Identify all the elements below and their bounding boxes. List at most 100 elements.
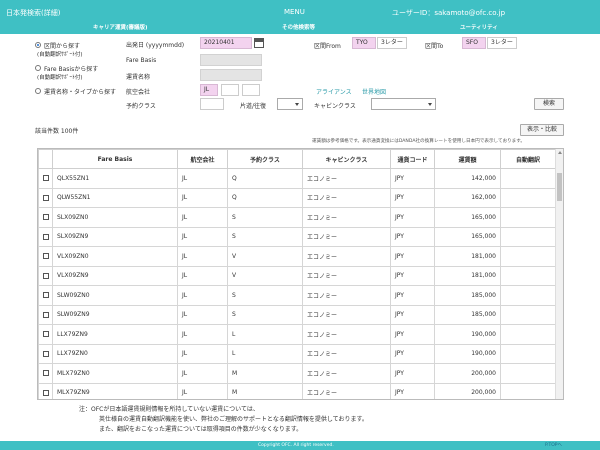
table-row[interactable]: SLX09ZN9 JL S エコノミー JPY 165,000 bbox=[38, 226, 556, 247]
cell-cabin: エコノミー bbox=[302, 324, 391, 345]
col-header-currency[interactable]: 通貨コード bbox=[390, 149, 435, 169]
table-row[interactable]: QLX55ZN1 JL Q エコノミー JPY 142,000 bbox=[38, 168, 556, 189]
row-checkbox[interactable] bbox=[42, 272, 49, 279]
row-checkbox[interactable] bbox=[42, 214, 49, 221]
cell-auto-translate bbox=[500, 324, 556, 345]
table-row[interactable]: QLW55ZN1 JL Q エコノミー JPY 162,000 bbox=[38, 187, 556, 208]
cell-currency: JPY bbox=[390, 226, 435, 247]
cell-currency: JPY bbox=[390, 187, 435, 208]
row-checkbox[interactable] bbox=[42, 194, 49, 201]
table-row[interactable]: MLX79ZN9 JL M エコノミー JPY 200,000 bbox=[38, 382, 556, 399]
row-checkbox[interactable] bbox=[42, 253, 49, 260]
table-header-row: Fare Basis 航空会社 予約クラス キャビンクラス 通貨コード 運賃額 … bbox=[38, 149, 556, 169]
from-input[interactable]: TYO bbox=[352, 37, 376, 49]
cell-cabin: エコノミー bbox=[302, 304, 391, 325]
col-header-fare[interactable]: 運賃額 bbox=[434, 149, 501, 169]
note-line-1: 注：OFCが日本語運賃規則情報を所持していない運賃については、 bbox=[79, 406, 259, 413]
oneway-select[interactable] bbox=[277, 98, 303, 110]
table-row[interactable]: LLX79ZN0 JL L エコノミー JPY 190,000 bbox=[38, 343, 556, 364]
row-checkbox[interactable] bbox=[42, 292, 49, 299]
table-row[interactable]: VLX09ZN0 JL V エコノミー JPY 181,000 bbox=[38, 246, 556, 267]
row-checkbox[interactable] bbox=[42, 389, 49, 396]
scroll-up-icon[interactable] bbox=[558, 151, 562, 154]
row-checkbox[interactable] bbox=[42, 175, 49, 182]
cell-fare: 200,000 bbox=[434, 382, 501, 399]
cell-airline: JL bbox=[177, 363, 228, 384]
world-map-link[interactable]: 世界地図 bbox=[362, 87, 386, 96]
table-row[interactable]: LLX79ZN9 JL L エコノミー JPY 190,000 bbox=[38, 324, 556, 345]
booking-class-input[interactable] bbox=[200, 98, 224, 110]
table-scrollbar[interactable] bbox=[555, 149, 563, 399]
to-3letter-input[interactable]: 3レター bbox=[487, 37, 517, 49]
cell-fare: 185,000 bbox=[434, 285, 501, 306]
cell-fare-basis: SLX09ZN9 bbox=[52, 226, 178, 247]
search-button[interactable]: 検索 bbox=[534, 98, 564, 110]
calendar-icon[interactable] bbox=[254, 38, 264, 48]
row-checkbox-cell bbox=[38, 304, 53, 325]
col-header-airline[interactable]: 航空会社 bbox=[177, 149, 228, 169]
cell-airline: JL bbox=[177, 226, 228, 247]
radio-fare-basis-search[interactable] bbox=[35, 65, 41, 71]
to-input[interactable]: SFO bbox=[462, 37, 486, 49]
cell-fare: 142,000 bbox=[434, 168, 501, 189]
table-row[interactable]: SLW09ZN9 JL S エコノミー JPY 185,000 bbox=[38, 304, 556, 325]
page-top-link[interactable]: P.TOPへ bbox=[545, 441, 562, 450]
airline-input-1[interactable]: JL bbox=[200, 84, 218, 96]
col-header-cabin[interactable]: キャビンクラス bbox=[302, 149, 391, 169]
row-checkbox-cell bbox=[38, 168, 53, 189]
user-id: ユーザーID：sakamoto@ofc.co.jp bbox=[392, 9, 506, 17]
radio-fare-name-search[interactable] bbox=[35, 88, 41, 94]
cabin-select[interactable] bbox=[371, 98, 436, 110]
row-checkbox[interactable] bbox=[42, 370, 49, 377]
row-checkbox[interactable] bbox=[42, 331, 49, 338]
nav-other-search[interactable]: その他検索等 bbox=[282, 23, 315, 31]
cell-booking-class: S bbox=[227, 226, 303, 247]
table-row[interactable]: MLX79ZN0 JL M エコノミー JPY 200,000 bbox=[38, 363, 556, 384]
cell-auto-translate bbox=[500, 343, 556, 364]
nav-carrier-fare[interactable]: キャリア運賃(審議版) bbox=[93, 23, 148, 31]
fare-name-label: 運賃名称 bbox=[126, 74, 151, 81]
cell-fare: 181,000 bbox=[434, 265, 501, 286]
cell-currency: JPY bbox=[390, 382, 435, 399]
alliance-link[interactable]: アライアンス bbox=[316, 87, 352, 96]
chevron-down-icon bbox=[428, 103, 432, 106]
compare-button[interactable]: 表示・比較 bbox=[520, 124, 564, 136]
airline-input-3[interactable] bbox=[242, 84, 260, 96]
cell-fare: 190,000 bbox=[434, 324, 501, 345]
cell-currency: JPY bbox=[390, 168, 435, 189]
cell-currency: JPY bbox=[390, 304, 435, 325]
row-checkbox[interactable] bbox=[42, 311, 49, 318]
cell-cabin: エコノミー bbox=[302, 226, 391, 247]
cell-booking-class: S bbox=[227, 304, 303, 325]
fare-name-input[interactable] bbox=[200, 69, 262, 81]
cell-booking-class: V bbox=[227, 265, 303, 286]
cell-currency: JPY bbox=[390, 265, 435, 286]
cell-cabin: エコノミー bbox=[302, 343, 391, 364]
fare-basis-input[interactable] bbox=[200, 54, 262, 66]
table-row[interactable]: VLX09ZN9 JL V エコノミー JPY 181,000 bbox=[38, 265, 556, 286]
from-3letter-input[interactable]: 3レター bbox=[377, 37, 407, 49]
cell-airline: JL bbox=[177, 265, 228, 286]
top-bar: 日本発検索(詳細) MENU ユーザーID：sakamoto@ofc.co.jp… bbox=[0, 0, 600, 34]
row-checkbox[interactable] bbox=[42, 233, 49, 240]
table-body: QLX55ZN1 JL Q エコノミー JPY 142,000 QLW55ZN1 JL Q エコノ… bbox=[38, 168, 556, 399]
col-header-auto-translate[interactable]: 自動翻訳 bbox=[500, 149, 556, 169]
scroll-thumb[interactable] bbox=[557, 173, 562, 201]
airline-label: 航空会社 bbox=[126, 89, 151, 96]
cell-fare-basis: SLW09ZN0 bbox=[52, 285, 178, 306]
col-header-fare-basis[interactable]: Fare Basis bbox=[52, 149, 178, 169]
col-header-booking-class[interactable]: 予約クラス bbox=[227, 149, 303, 169]
cell-booking-class: S bbox=[227, 207, 303, 228]
radio-route-search[interactable] bbox=[35, 42, 41, 48]
cell-fare-basis: SLX09ZN0 bbox=[52, 207, 178, 228]
cell-airline: JL bbox=[177, 285, 228, 306]
nav-utility[interactable]: ユーティリティ bbox=[460, 23, 498, 31]
table-row[interactable]: SLX09ZN0 JL S エコノミー JPY 165,000 bbox=[38, 207, 556, 228]
departure-date-input[interactable]: 20210401 bbox=[200, 37, 252, 49]
row-checkbox[interactable] bbox=[42, 350, 49, 357]
cell-auto-translate bbox=[500, 382, 556, 399]
table-row[interactable]: SLW09ZN0 JL S エコノミー JPY 185,000 bbox=[38, 285, 556, 306]
menu-link[interactable]: MENU bbox=[284, 8, 305, 16]
cell-fare-basis: QLW55ZN1 bbox=[52, 187, 178, 208]
airline-input-2[interactable] bbox=[221, 84, 239, 96]
